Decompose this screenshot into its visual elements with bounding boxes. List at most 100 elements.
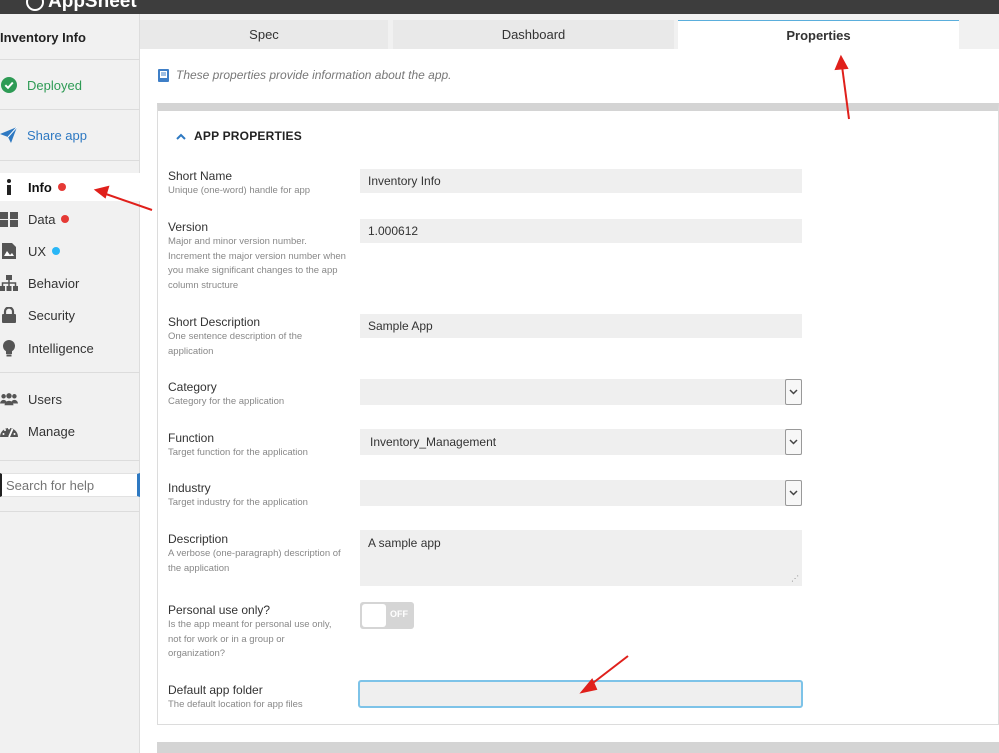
chevron-down-icon[interactable] [785, 480, 802, 506]
lightbulb-icon [0, 339, 18, 357]
table-icon [0, 210, 18, 228]
chevron-down-icon[interactable] [785, 379, 802, 405]
divider [0, 160, 140, 161]
next-section-header[interactable] [157, 742, 999, 753]
textarea-value: A sample app [368, 536, 441, 550]
divider [0, 59, 140, 60]
field-description: A verbose (one-paragraph) description of… [168, 548, 341, 574]
sidebar-item-label: Manage [28, 423, 75, 439]
top-bar: AppSheet [0, 0, 999, 14]
book-icon [158, 68, 169, 82]
lock-icon [0, 306, 18, 324]
toggle-knob [362, 604, 386, 627]
app-properties-panel: APP PROPERTIES Short Name Unique (one-wo… [157, 103, 999, 725]
sidebar-item-label: Security [28, 307, 75, 323]
version-input[interactable]: 1.000612 [360, 219, 802, 243]
field-description: Major and minor version number. Incremen… [168, 236, 346, 291]
properties-content: These properties provide information abo… [140, 49, 999, 753]
sidebar: Inventory Info Deployed Share app Info D… [0, 14, 140, 753]
tab-dashboard[interactable]: Dashboard [393, 20, 674, 49]
status-dot [61, 215, 70, 223]
short-description-label-group: Short Description One sentence descripti… [168, 315, 328, 359]
version-label-group: Version Major and minor version number. … [168, 220, 348, 293]
field-label: Industry [168, 481, 211, 495]
personal-use-toggle[interactable]: OFF [360, 602, 414, 629]
sidebar-item-label: Users [28, 391, 62, 407]
field-description: Target industry for the application [168, 497, 308, 508]
resize-handle-icon[interactable]: ⋰ [791, 574, 799, 583]
divider [0, 460, 140, 461]
sidebar-item-label: Data [28, 211, 56, 227]
sidebar-item-data[interactable]: Data [0, 205, 140, 233]
app-title: Inventory Info [0, 30, 86, 45]
function-select[interactable]: Inventory_Management [360, 429, 802, 455]
default-folder-input[interactable] [358, 680, 803, 708]
sidebar-item-ux[interactable]: UX [0, 237, 140, 265]
field-label: Short Name [168, 169, 233, 183]
industry-select[interactable] [360, 480, 802, 506]
field-description: One sentence description of the applicat… [168, 331, 303, 357]
description-textarea[interactable]: A sample app ⋰ [360, 530, 802, 586]
industry-label-group: Industry Target industry for the applica… [168, 481, 353, 511]
deployed-status[interactable]: Deployed [0, 71, 82, 99]
divider [0, 511, 140, 512]
category-select[interactable] [360, 379, 802, 405]
category-label-group: Category Category for the application [168, 380, 353, 410]
field-label: Default app folder [168, 683, 263, 697]
paper-plane-icon [0, 127, 17, 143]
sidebar-item-intelligence[interactable]: Intelligence [0, 334, 140, 362]
editor-tabs: Spec Dashboard Properties [140, 20, 999, 49]
field-description: Category for the application [168, 396, 285, 407]
field-description: Is the app meant for personal use only, … [168, 619, 332, 659]
field-label: Function [168, 431, 215, 445]
info-icon [0, 178, 18, 196]
sitemap-icon [0, 274, 18, 292]
tab-spec[interactable]: Spec [140, 20, 388, 49]
sidebar-item-users[interactable]: Users [0, 385, 140, 413]
function-label-group: Function Target function for the applica… [168, 431, 353, 461]
sidebar-item-info[interactable]: Info [0, 173, 140, 201]
field-label: Description [168, 532, 229, 546]
personal-use-label-group: Personal use only? Is the app meant for … [168, 603, 343, 662]
info-note: These properties provide information abo… [158, 68, 452, 82]
field-description: The default location for app files [168, 699, 303, 710]
sidebar-item-security[interactable]: Security [0, 301, 140, 329]
default-folder-label-group: Default app folder The default location … [168, 683, 353, 713]
short-description-input[interactable]: Sample App [360, 314, 802, 338]
info-text: These properties provide information abo… [176, 68, 452, 82]
sidebar-item-behavior[interactable]: Behavior [0, 269, 140, 297]
short-name-label-group: Short Name Unique (one-word) handle for … [168, 169, 353, 199]
chevron-down-icon[interactable] [785, 429, 802, 455]
share-app-link[interactable]: Share app [0, 121, 87, 149]
tab-properties[interactable]: Properties [678, 20, 959, 49]
users-icon [0, 390, 18, 408]
chevron-up-icon [176, 133, 186, 140]
sidebar-item-manage[interactable]: Manage [0, 417, 140, 445]
divider [0, 109, 140, 110]
sidebar-item-label: UX [28, 243, 47, 259]
field-label: Version [168, 220, 209, 234]
deployed-label: Deployed [27, 77, 82, 93]
field-description: Unique (one-word) handle for app [168, 185, 311, 196]
toggle-state: OFF [390, 609, 408, 619]
section-title: APP PROPERTIES [194, 129, 302, 143]
dashboard-gauge-icon [0, 422, 18, 440]
sidebar-item-label: Info [28, 179, 52, 195]
divider [0, 372, 140, 373]
section-header[interactable]: APP PROPERTIES [176, 129, 302, 143]
brand-name: AppSheet [48, 0, 137, 12]
short-name-input[interactable]: Inventory Info [360, 169, 802, 193]
field-label: Personal use only? [168, 603, 271, 617]
share-app-label: Share app [27, 127, 87, 143]
select-value: Inventory_Management [370, 435, 497, 449]
brand-logo[interactable]: AppSheet [26, 0, 137, 13]
help-search-input[interactable] [0, 473, 140, 497]
appsheet-logo-icon [26, 0, 44, 11]
field-label: Category [168, 380, 217, 394]
image-file-icon [0, 242, 18, 260]
description-label-group: Description A verbose (one-paragraph) de… [168, 532, 353, 576]
field-label: Short Description [168, 315, 261, 329]
field-description: Target function for the application [168, 447, 308, 458]
status-dot [57, 183, 66, 191]
sidebar-item-label: Behavior [28, 275, 80, 291]
